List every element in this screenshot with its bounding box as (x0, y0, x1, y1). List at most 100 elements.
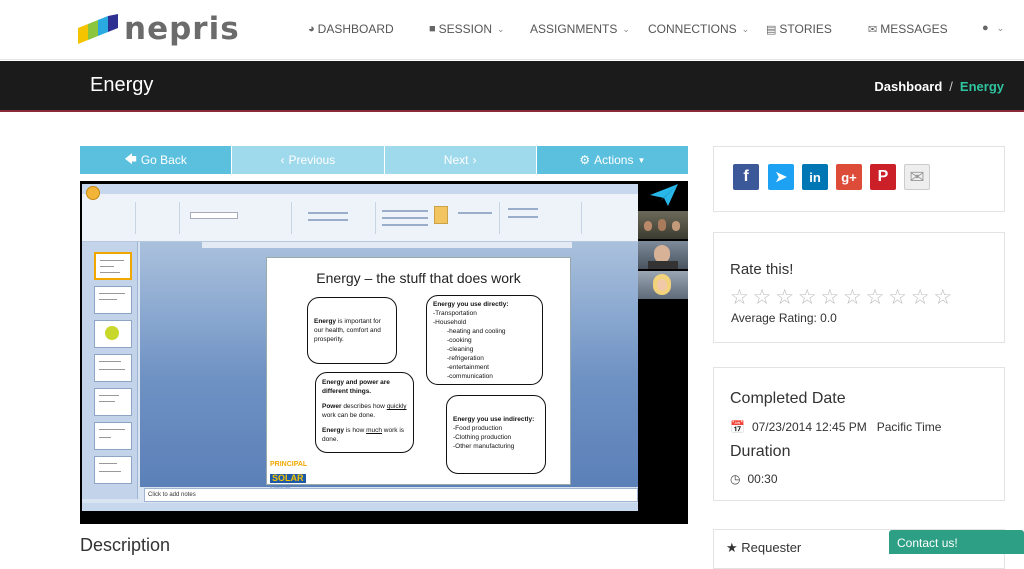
nav-assignments-label: ASSIGNMENTS (530, 22, 618, 36)
box4-line: -Food production (453, 425, 503, 432)
chevron-left-icon: ‹ (280, 153, 285, 167)
star-icon[interactable]: ☆ (888, 287, 911, 308)
nav-messages-label: MESSAGES (880, 22, 948, 36)
ruler (202, 242, 572, 248)
box3-power-bold: Power (322, 403, 342, 410)
pinterest-share-button[interactable]: P (870, 164, 896, 190)
go-back-button[interactable]: 🡄 Go Back (80, 146, 233, 174)
box3-energy-a: is how (344, 427, 367, 434)
completed-date-value: 07/23/2014 12:45 PM (751, 420, 867, 434)
description-heading: Description (80, 535, 171, 555)
nav-connections[interactable]: CONNECTIONS ⌄ (648, 22, 749, 36)
chevron-down-icon: ⌄ (996, 22, 1005, 33)
session-video-player[interactable]: Energy – the stuff that does work Energy… (80, 181, 688, 524)
office-button-icon (86, 186, 100, 200)
box4-title: Energy you use indirectly: (453, 416, 535, 423)
previous-button[interactable]: ‹ Previous (232, 146, 385, 174)
duration-row: ◷ 00:30 (730, 472, 778, 486)
star-icon[interactable]: ☆ (866, 287, 889, 308)
email-share-button[interactable]: ✉ (904, 164, 930, 190)
star-icon[interactable]: ☆ (753, 287, 776, 308)
pinterest-icon: P (877, 168, 889, 185)
star-icon: ★ (726, 540, 738, 555)
box2-subline: -cleaning (447, 346, 474, 353)
nepris-paper-plane-icon (638, 181, 688, 209)
go-back-label: Go Back (140, 153, 187, 167)
box3-energy-u: much (366, 427, 382, 434)
linkedin-icon: in (809, 169, 821, 185)
googleplus-share-button[interactable]: g+ (836, 164, 862, 190)
chevron-down-icon: ⌄ (741, 23, 750, 34)
completed-date-row: 📅 07/23/2014 12:45 PM Pacific Time (730, 420, 941, 434)
star-icon[interactable]: ☆ (730, 287, 753, 308)
current-slide: Energy – the stuff that does work Energy… (266, 257, 571, 491)
requester-heading: ★ Requester (726, 540, 801, 556)
nav-assignments[interactable]: ASSIGNMENTS ⌄ (530, 22, 630, 36)
box2-subline: -cooking (447, 337, 472, 344)
logo-text: nepris (124, 11, 240, 47)
duration-value: 00:30 (747, 472, 778, 486)
user-menu[interactable]: ● ⌄ (982, 22, 1004, 34)
completed-date-heading: Completed Date (730, 390, 846, 407)
nav-dashboard-label: DASHBOARD (317, 22, 394, 36)
breadcrumb-current: Energy (959, 79, 1004, 94)
envelope-icon: ✉ (909, 166, 925, 187)
arrow-left-icon: 🡄 (124, 151, 137, 166)
average-rating: Average Rating: 0.0 (731, 311, 837, 325)
rating-heading: Rate this! (730, 261, 794, 278)
twitter-icon: ➤ (774, 169, 788, 186)
twitter-share-button[interactable]: ➤ (768, 164, 794, 190)
actions-dropdown-button[interactable]: ⚙ Actions ▼ (536, 146, 688, 174)
breadcrumb: Dashboard / Energy (874, 79, 1004, 94)
nav-dashboard[interactable]: ◕ DASHBOARD (308, 22, 394, 36)
chevron-down-icon: ⌄ (497, 23, 505, 34)
requester-label: Requester (741, 540, 802, 555)
slide-thumbnails-pane (82, 242, 138, 499)
chevron-right-icon: › (472, 153, 477, 167)
facebook-share-button[interactable]: f (733, 164, 759, 190)
slide-box-energy-importance: Energy is important for our health, comf… (307, 297, 397, 364)
clock-icon: ◷ (730, 472, 741, 486)
page-title-bar: Energy Dashboard / Energy (0, 61, 1024, 112)
ribbon (82, 186, 638, 242)
star-icon[interactable]: ☆ (775, 287, 798, 308)
participant-video-guest (638, 271, 688, 299)
star-icon[interactable]: ☆ (933, 287, 956, 308)
star-icon[interactable]: ☆ (820, 287, 843, 308)
chevron-down-icon: ⌄ (622, 23, 630, 34)
top-navbar: nepris ◕ DASHBOARD ■ SESSION ⌄ ASSIGNMEN… (0, 0, 1024, 60)
participant-video-presenter (638, 241, 688, 269)
box3-power-u: quickly (386, 403, 407, 410)
breadcrumb-dashboard-link[interactable]: Dashboard (874, 79, 942, 94)
star-icon[interactable]: ☆ (843, 287, 866, 308)
facebook-icon: f (743, 168, 749, 185)
slide-box-direct-energy: Energy you use directly: -Transportation… (426, 295, 543, 385)
linkedin-share-button[interactable]: in (802, 164, 828, 190)
googleplus-icon: g+ (841, 169, 857, 185)
completed-timezone: Pacific Time (876, 420, 942, 434)
star-rating-input[interactable]: ☆ ☆ ☆ ☆ ☆ ☆ ☆ ☆ ☆ ☆ (730, 287, 956, 308)
video-camera-icon: ■ (429, 23, 436, 35)
box2-subline: -communication (447, 373, 493, 380)
next-button[interactable]: Next › (384, 146, 537, 174)
contact-us-button[interactable]: Contact us! (889, 530, 1024, 554)
box3-energy-bold: Energy (322, 427, 345, 434)
status-bar (82, 503, 638, 511)
nav-stories[interactable]: ▤ STORIES (766, 22, 832, 36)
nepris-logo[interactable]: nepris (78, 12, 240, 46)
previous-label: Previous (288, 153, 336, 167)
nav-messages[interactable]: ✉ MESSAGES (868, 22, 948, 36)
session-details-panel: Completed Date 📅 07/23/2014 12:45 PM Pac… (713, 367, 1005, 501)
nepris-logo-mark-icon (78, 14, 118, 44)
user-icon: ● (982, 22, 989, 34)
star-icon[interactable]: ☆ (798, 287, 821, 308)
participant-video-strip (638, 181, 688, 524)
session-toolbar: 🡄 Go Back ‹ Previous Next › ⚙ Actions ▼ (80, 146, 688, 174)
nav-stories-label: STORIES (779, 22, 832, 36)
slide-title: Energy – the stuff that does work (316, 270, 521, 286)
nav-session[interactable]: ■ SESSION ⌄ (429, 22, 505, 36)
star-icon[interactable]: ☆ (911, 287, 934, 308)
next-label: Next (443, 153, 469, 167)
logo-line-1: PRINCIPAL (270, 461, 308, 468)
box3-title: Energy and power are different things. (322, 379, 390, 395)
